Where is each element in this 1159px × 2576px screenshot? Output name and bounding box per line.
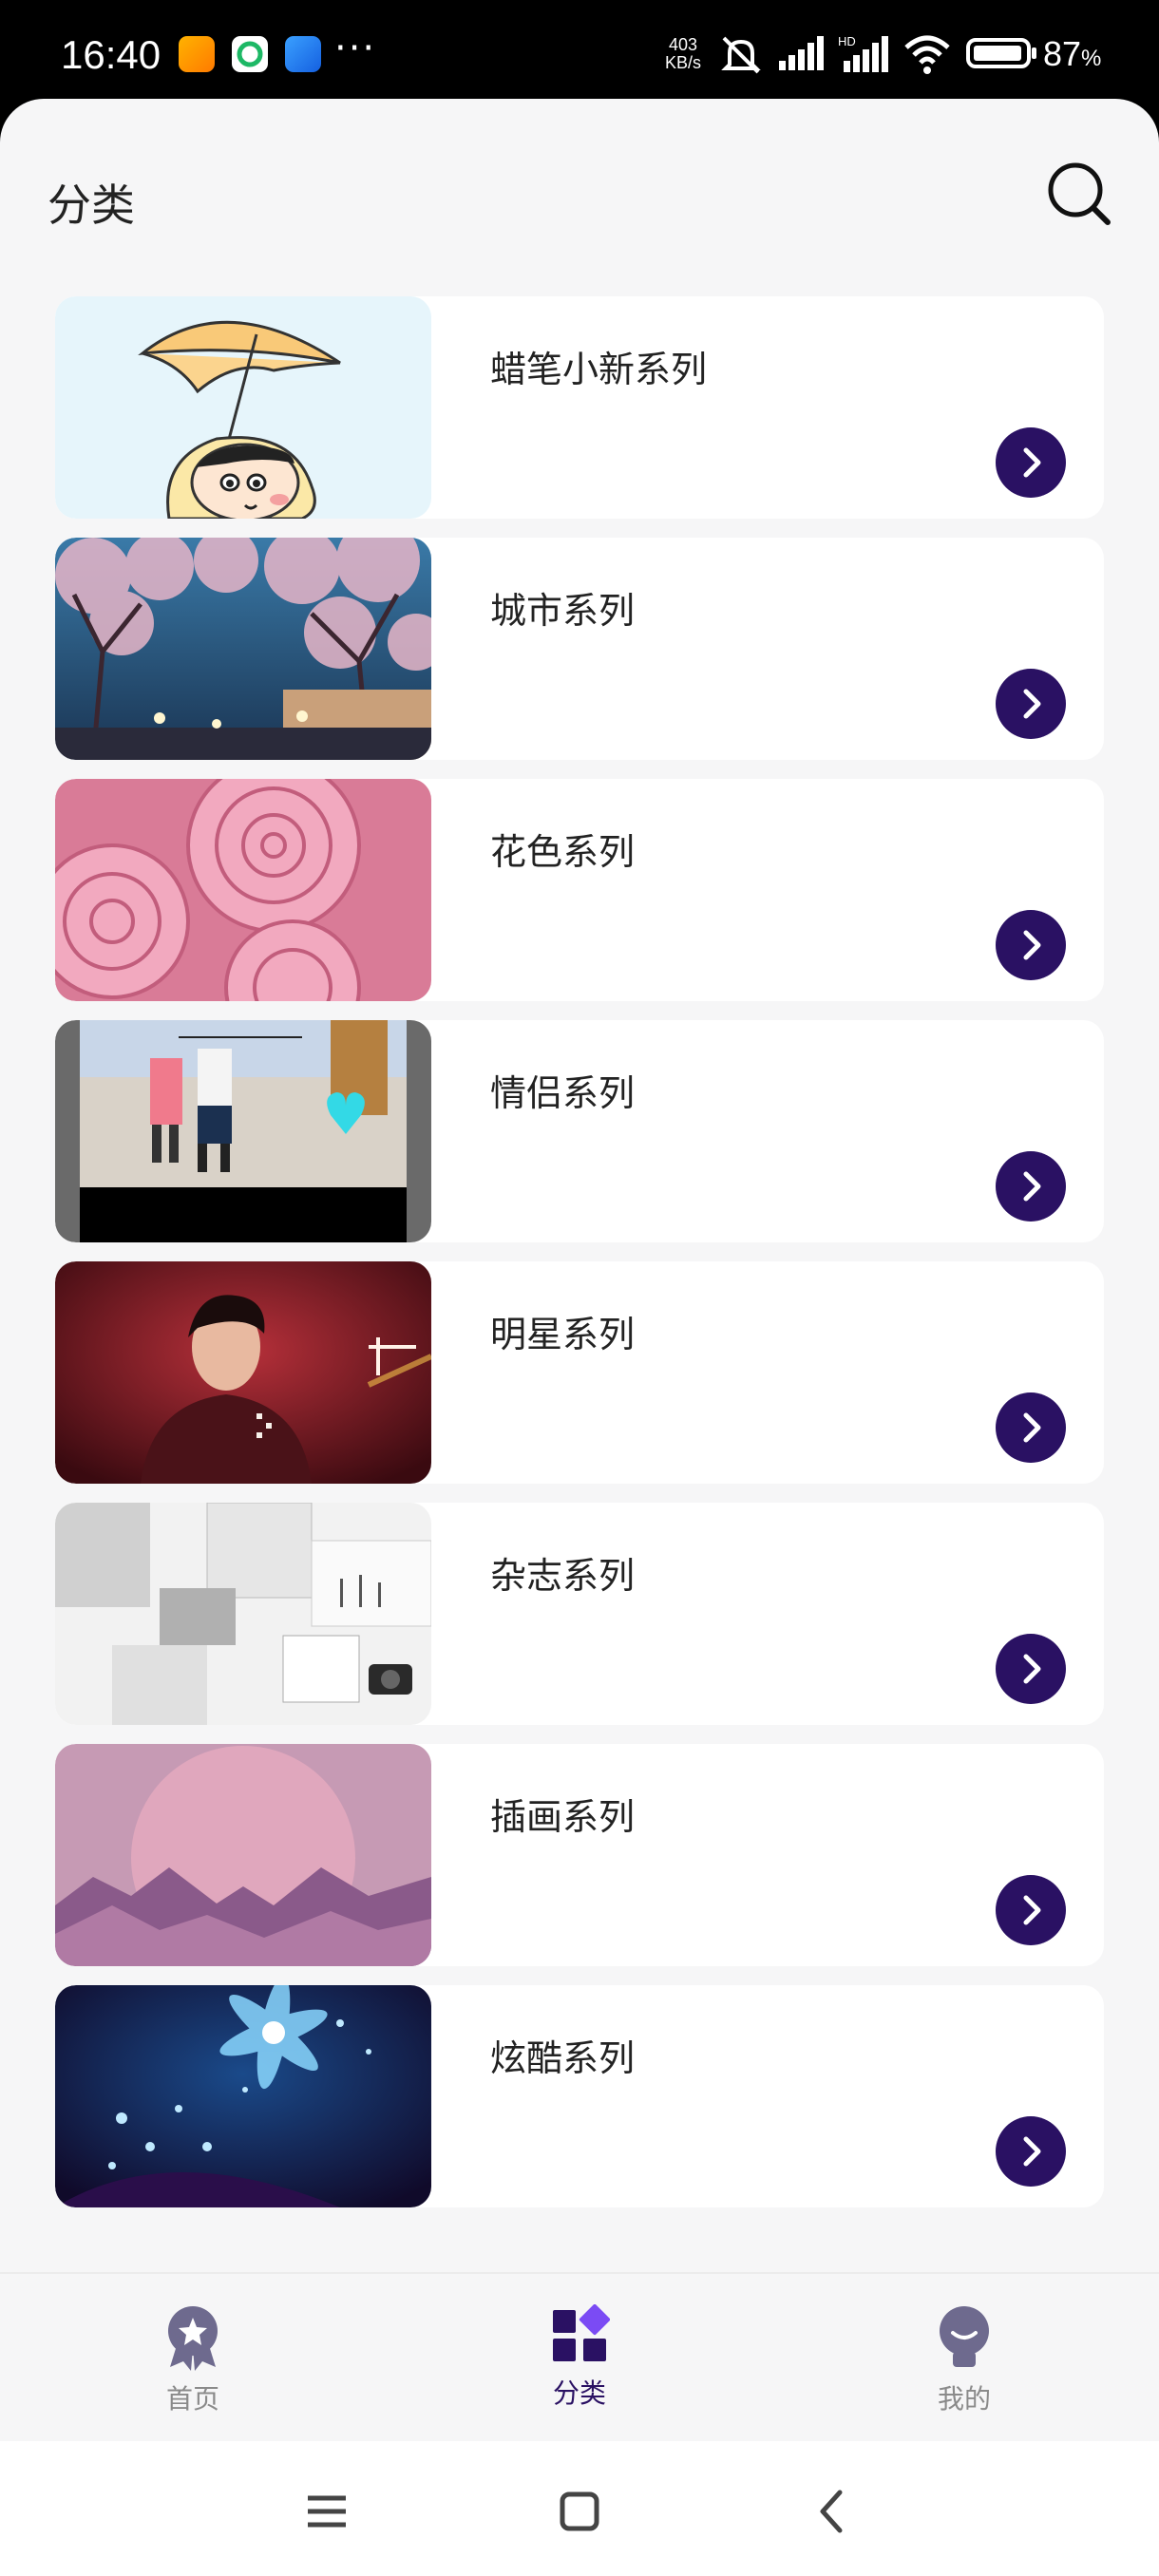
category-card[interactable]: 花色系列	[55, 779, 1104, 1001]
search-button[interactable]	[1045, 160, 1113, 228]
category-open-button[interactable]	[996, 669, 1066, 739]
category-open-button[interactable]	[996, 1634, 1066, 1704]
chevron-right-icon	[1023, 1654, 1041, 1684]
category-thumbnail	[55, 779, 431, 1001]
system-navigation-bar	[0, 2441, 1159, 2576]
category-title: 插画系列	[490, 1796, 636, 1838]
category-title: 炫酷系列	[490, 2037, 636, 2079]
category-card[interactable]: 城市系列	[55, 538, 1104, 760]
app-notify-icon-orange	[179, 36, 215, 72]
signal-icon	[779, 36, 824, 70]
bottom-navigation: 首页 分类 我的	[0, 2272, 1159, 2441]
more-dots-icon: ···	[334, 27, 377, 70]
category-open-button[interactable]	[996, 910, 1066, 980]
net-speed: 403 KB/s	[665, 36, 701, 72]
chevron-right-icon	[1023, 1171, 1041, 1202]
nav-item-category[interactable]: 分类	[504, 2304, 656, 2418]
category-thumbnail	[55, 296, 431, 519]
category-thumbnail	[55, 1261, 431, 1484]
grid-category-icon	[553, 2304, 610, 2361]
chevron-right-icon	[1023, 1412, 1041, 1443]
home-square-icon[interactable]	[551, 2483, 608, 2540]
category-title: 城市系列	[490, 590, 636, 632]
mute-bell-icon	[721, 36, 761, 74]
category-card[interactable]: 蜡笔小新系列	[55, 296, 1104, 519]
category-thumbnail	[55, 1985, 431, 2207]
category-thumbnail	[55, 1020, 431, 1242]
app-screen: 分类 蜡笔小新系列 城市系列 花色系列 情侣系列 明星系列 杂志系列 插画系列 …	[0, 99, 1159, 2441]
svg-text:HD: HD	[838, 34, 856, 48]
category-card[interactable]: 炫酷系列	[55, 1985, 1104, 2207]
nav-label-category: 分类	[552, 2377, 606, 2409]
search-icon	[1048, 162, 1111, 225]
category-open-button[interactable]	[996, 427, 1066, 498]
chevron-right-icon	[1023, 2136, 1041, 2167]
battery-percent-unit: %	[1081, 46, 1102, 71]
user-bulb-icon	[940, 2306, 989, 2367]
category-thumbnail	[55, 1744, 431, 1966]
chevron-right-icon	[1023, 1895, 1041, 1925]
battery-percent: 87%	[1043, 34, 1101, 74]
battery-percent-value: 87	[1043, 34, 1082, 73]
chevron-right-icon	[1023, 930, 1041, 960]
app-notify-icon-green	[232, 36, 268, 72]
signal-hd-icon: HD	[838, 34, 888, 72]
net-speed-value: 403	[668, 35, 698, 54]
battery-icon	[966, 38, 1036, 68]
page-title: 分类	[48, 180, 135, 231]
category-open-button[interactable]	[996, 2116, 1066, 2187]
menu-icon[interactable]	[298, 2483, 355, 2540]
chevron-right-icon	[1023, 689, 1041, 719]
net-speed-unit: KB/s	[665, 53, 702, 72]
category-title: 情侣系列	[490, 1072, 636, 1114]
chevron-right-icon	[1023, 447, 1041, 478]
category-card[interactable]: 情侣系列	[55, 1020, 1104, 1242]
category-title: 杂志系列	[490, 1555, 636, 1597]
badge-icon	[168, 2306, 218, 2371]
status-time: 16:40	[61, 32, 162, 77]
category-title: 明星系列	[490, 1314, 636, 1355]
category-open-button[interactable]	[996, 1875, 1066, 1945]
category-open-button[interactable]	[996, 1151, 1066, 1222]
category-thumbnail	[55, 538, 431, 760]
nav-item-home[interactable]: 首页	[117, 2304, 269, 2418]
category-card[interactable]: 插画系列	[55, 1744, 1104, 1966]
category-open-button[interactable]	[996, 1392, 1066, 1463]
back-icon[interactable]	[804, 2483, 861, 2540]
category-title: 蜡笔小新系列	[490, 349, 708, 390]
app-notify-icon-blue	[285, 36, 321, 72]
status-bar: 16:40 ··· 403 KB/s HD 87%	[0, 0, 1159, 104]
category-title: 花色系列	[490, 831, 636, 873]
category-card[interactable]: 杂志系列	[55, 1503, 1104, 1725]
nav-item-mine[interactable]: 我的	[888, 2304, 1040, 2418]
nav-label-home: 首页	[165, 2383, 219, 2415]
category-card[interactable]: 明星系列	[55, 1261, 1104, 1484]
nav-label-mine: 我的	[937, 2383, 991, 2415]
category-thumbnail	[55, 1503, 431, 1725]
wifi-icon	[904, 35, 950, 74]
